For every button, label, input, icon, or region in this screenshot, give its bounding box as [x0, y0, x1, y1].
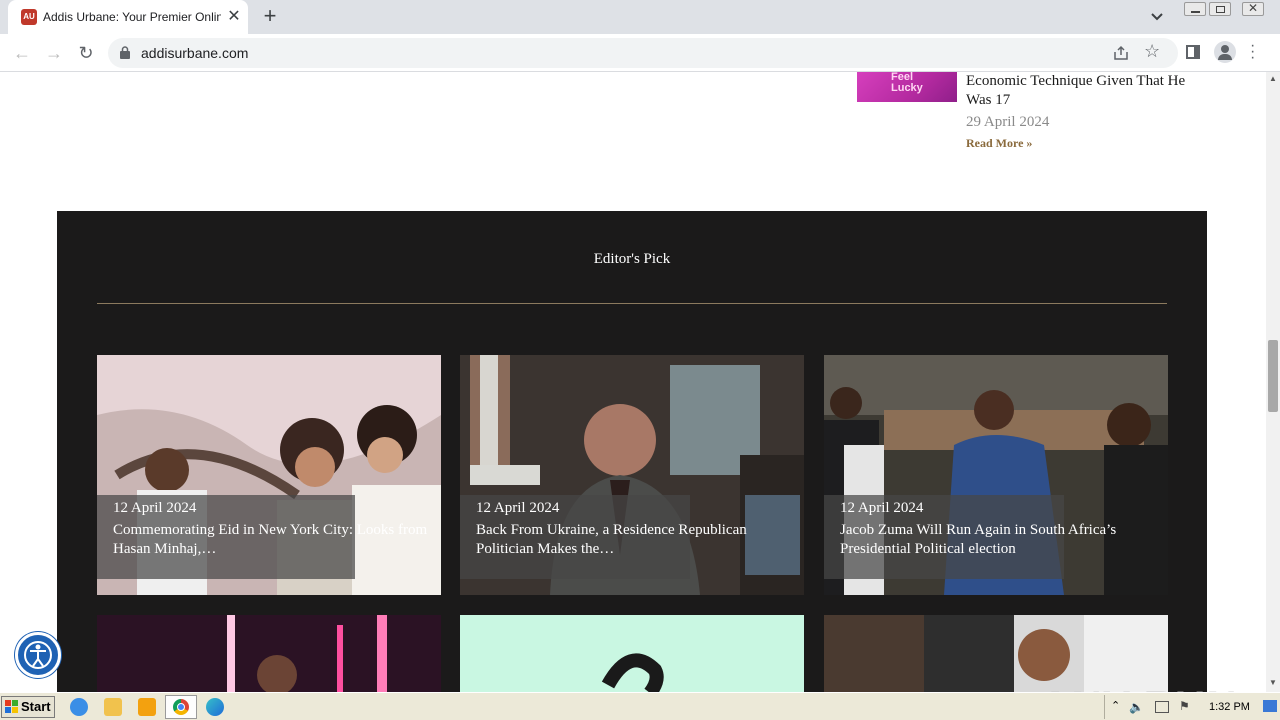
section-divider [97, 303, 1167, 304]
page-scrollbar[interactable]: ▲ ▼ [1266, 72, 1280, 692]
card-image [824, 615, 1168, 692]
card-title[interactable]: Commemorating Eid in New York City: Look… [113, 521, 433, 559]
volume-icon[interactable]: 🔈 [1129, 700, 1144, 714]
browser-tab[interactable]: AU Addis Urbane: Your Premier Online N ✕ [8, 0, 248, 34]
sidebar-article-title[interactable]: Economic Technique Given That He Was 17 [966, 72, 1206, 110]
article-card[interactable]: 12 April 2024 Commemorating Eid in New Y… [97, 355, 441, 595]
article-card[interactable] [460, 615, 804, 692]
scroll-up-icon[interactable]: ▲ [1269, 74, 1277, 83]
article-card[interactable]: 12 April 2024 Back From Ukraine, a Resid… [460, 355, 804, 595]
tray-expand-icon[interactable]: ⌃ [1111, 699, 1120, 712]
article-card[interactable] [97, 615, 441, 692]
media-player-icon[interactable] [138, 698, 156, 716]
show-desktop-icon[interactable] [1263, 700, 1277, 712]
tab-title: Addis Urbane: Your Premier Online N [43, 10, 221, 24]
network-icon[interactable] [1155, 701, 1169, 713]
start-label: Start [21, 699, 51, 714]
reload-icon[interactable]: ↻ [74, 41, 98, 65]
card-title[interactable]: Jacob Zuma Will Run Again in South Afric… [840, 521, 1160, 559]
system-tray: ⌃ 🔈 ⚑ 1:32 PM [1104, 695, 1280, 719]
article-card[interactable]: 12 April 2024 Jacob Zuma Will Run Again … [824, 355, 1168, 595]
anyrun-watermark: ANY RUN [1040, 682, 1240, 692]
accessibility-widget-button[interactable] [15, 632, 61, 678]
chrome-taskbar-button[interactable] [165, 695, 197, 719]
sidebar-article-thumbnail[interactable]: Feel Lucky [857, 72, 957, 102]
sidepanel-icon[interactable] [1186, 45, 1200, 59]
site-favicon-icon: AU [21, 9, 37, 25]
read-more-link[interactable]: Read More » [966, 136, 1032, 151]
card-date: 12 April 2024 [113, 500, 197, 516]
card-title[interactable]: Back From Ukraine, a Residence Republica… [476, 521, 796, 559]
edge-icon[interactable] [206, 698, 224, 716]
sidebar-article-date: 29 April 2024 [966, 114, 1050, 130]
section-heading: Editor's Pick [593, 251, 671, 267]
browser-toolbar: ← → ↻ addisurbane.com ☆ · · · [0, 34, 1280, 72]
tab-close-icon[interactable]: ✕ [225, 8, 243, 26]
restore-button[interactable] [1209, 2, 1231, 16]
editors-pick-section: Editor's Pick 12 April 2024 Commemoratin… [57, 211, 1207, 692]
profile-icon[interactable] [1214, 41, 1236, 63]
start-button[interactable]: Start [1, 696, 55, 718]
address-bar[interactable]: addisurbane.com ☆ [108, 38, 1178, 68]
os-taskbar: Start ⌃ 🔈 ⚑ 1:32 PM [0, 692, 1280, 720]
article-card[interactable] [824, 615, 1168, 692]
scroll-down-icon[interactable]: ▼ [1269, 678, 1277, 687]
kebab-menu-icon[interactable]: · · · [1250, 38, 1255, 66]
new-tab-button[interactable]: + [258, 5, 282, 29]
close-window-button[interactable]: ✕ [1242, 1, 1264, 16]
card-image [460, 615, 804, 692]
minimize-button[interactable] [1184, 2, 1206, 16]
share-icon[interactable] [1112, 44, 1130, 62]
url-text: addisurbane.com [141, 45, 249, 61]
taskbar-clock: 1:32 PM [1209, 701, 1250, 713]
card-date: 12 April 2024 [840, 500, 924, 516]
card-date: 12 April 2024 [476, 500, 560, 516]
windows-logo-icon [5, 700, 18, 713]
folder-icon[interactable] [104, 698, 122, 716]
flag-icon[interactable]: ⚑ [1179, 699, 1190, 713]
lock-icon[interactable] [120, 46, 130, 59]
card-image [97, 615, 441, 692]
tab-strip: AU Addis Urbane: Your Premier Online N ✕… [0, 0, 1280, 34]
back-arrow-icon[interactable]: ← [10, 41, 34, 65]
forward-arrow-icon[interactable]: → [42, 41, 66, 65]
accessibility-icon [24, 641, 52, 669]
page-viewport: Feel Lucky Economic Technique Given That… [0, 72, 1266, 692]
ie-icon[interactable] [70, 698, 88, 716]
star-icon[interactable]: ☆ [1144, 41, 1160, 62]
thumbnail-text: Feel Lucky [891, 72, 923, 94]
scroll-thumb[interactable] [1268, 340, 1278, 412]
tab-search-icon[interactable] [1150, 9, 1170, 27]
